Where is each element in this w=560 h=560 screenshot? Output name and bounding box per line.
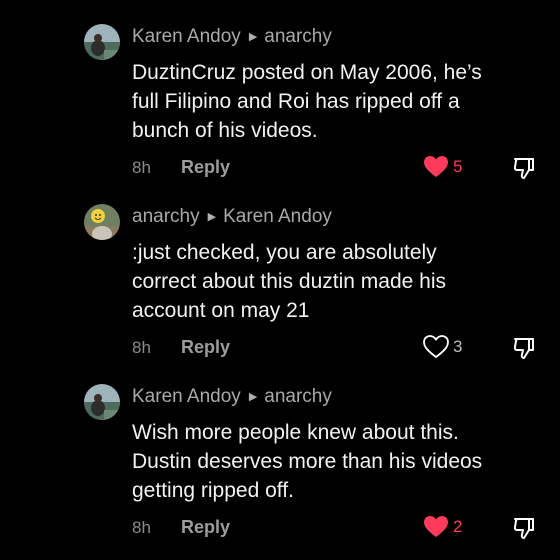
reply-button[interactable]: Reply xyxy=(181,337,230,358)
avatar-icon xyxy=(84,384,120,420)
comment-text-line: account on may 21 xyxy=(132,299,310,322)
avatar[interactable] xyxy=(84,24,120,60)
avatar-icon xyxy=(84,204,120,240)
thumbs-down-icon xyxy=(513,338,534,359)
comment-text: Wish more people knew about this. Dustin… xyxy=(132,418,552,505)
dislike-button[interactable] xyxy=(512,336,536,360)
comment-text: DuztinCruz posted on May 2006, he’s full… xyxy=(132,58,552,145)
author-name[interactable]: anarchy xyxy=(132,206,200,227)
comment-timestamp: 8h xyxy=(132,518,151,537)
comment-header: Karen Andoy ▶ anarchy xyxy=(132,25,332,49)
like-button[interactable]: 5 xyxy=(423,155,462,179)
reply-to-name[interactable]: anarchy xyxy=(264,26,332,47)
heart-filled-icon xyxy=(424,156,448,177)
reply-arrow-icon: ▶ xyxy=(248,391,258,403)
dislike-button[interactable] xyxy=(512,156,536,180)
avatar-icon xyxy=(84,24,120,60)
avatar[interactable] xyxy=(84,204,120,240)
dislike-button[interactable] xyxy=(512,516,536,540)
reply-button[interactable]: Reply xyxy=(181,517,230,538)
comment-item: Karen Andoy ▶ anarchy DuztinCruz posted on… xyxy=(0,0,560,180)
comment-timestamp: 8h xyxy=(132,158,151,177)
comment-timestamp: 8h xyxy=(132,338,151,357)
reply-arrow-icon: ▶ xyxy=(207,211,217,223)
comment-text-line: getting ripped off. xyxy=(132,479,294,502)
like-count: 2 xyxy=(453,517,463,536)
thumbs-down-icon xyxy=(513,518,534,539)
thumbs-down-icon xyxy=(513,158,534,179)
author-name[interactable]: Karen Andoy xyxy=(132,386,241,407)
comment-item: anarchy ▶ Karen Andoy :just checked, you a… xyxy=(0,180,560,360)
comment-text-line: Wish more people knew about this. xyxy=(132,421,459,444)
reply-to-name[interactable]: Karen Andoy xyxy=(223,206,332,227)
comment-text-line: DuztinCruz posted on May 2006, he’s xyxy=(132,61,482,84)
reply-arrow-icon: ▶ xyxy=(248,31,258,43)
like-count: 3 xyxy=(453,337,463,356)
author-name[interactable]: Karen Andoy xyxy=(132,26,241,47)
comment-header: anarchy ▶ Karen Andoy xyxy=(132,205,332,229)
comment-text-line: :just checked, you are absolutely xyxy=(132,241,437,264)
comment-item: Karen Andoy ▶ anarchy Wish more people kne… xyxy=(0,360,560,560)
like-count: 5 xyxy=(453,157,463,176)
comment-text-line: bunch of his videos. xyxy=(132,119,318,142)
comment-text-line: full Filipino and Roi has ripped off a xyxy=(132,90,460,113)
comment-text-line: correct about this duztin made his xyxy=(132,270,446,293)
avatar[interactable] xyxy=(84,384,120,420)
reply-to-name[interactable]: anarchy xyxy=(264,386,332,407)
heart-filled-icon xyxy=(424,516,448,537)
comment-text: :just checked, you are absolutely correc… xyxy=(132,238,552,325)
comment-text-line: Dustin deserves more than his videos xyxy=(132,450,483,473)
like-button[interactable]: 2 xyxy=(423,515,462,539)
like-button[interactable]: 3 xyxy=(423,335,462,359)
heart-outline-icon xyxy=(423,335,449,359)
reply-button[interactable]: Reply xyxy=(181,157,230,178)
comment-header: Karen Andoy ▶ anarchy xyxy=(132,385,332,409)
